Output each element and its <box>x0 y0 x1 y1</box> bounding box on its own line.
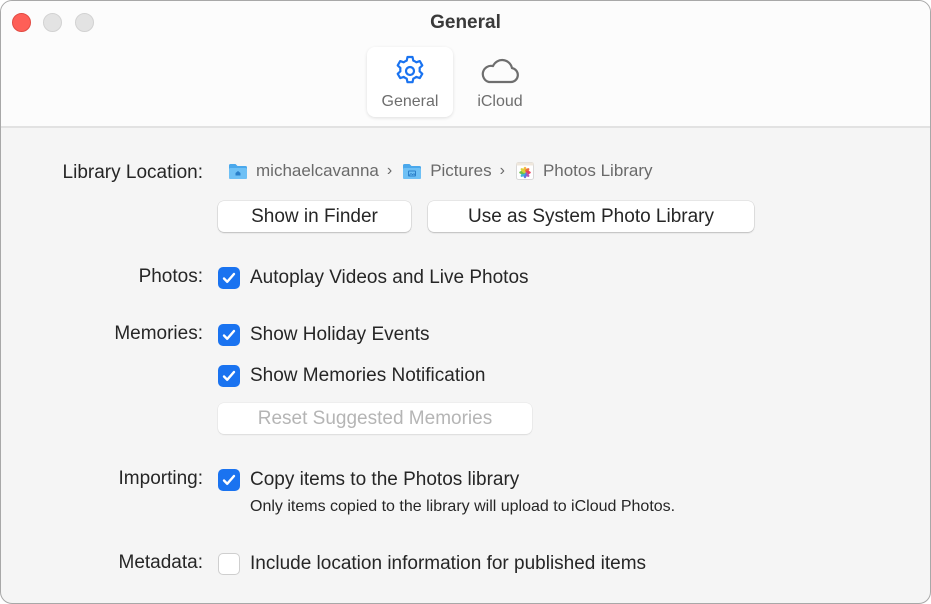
pictures-folder-icon <box>403 163 422 179</box>
metadata-label: Metadata: <box>118 552 204 573</box>
path-home-name: michaelcavanna <box>256 161 379 180</box>
holiday-events-label: Show Holiday Events <box>250 324 430 345</box>
include-location-checkbox[interactable] <box>218 553 240 575</box>
autoplay-option[interactable]: Autoplay Videos and Live Photos <box>218 267 529 289</box>
photos-library-icon <box>515 162 534 180</box>
checkmark-icon <box>222 474 236 485</box>
title-bar: General General iCloud <box>1 1 930 128</box>
library-path: michaelcavanna › Pictures › Photos Libra… <box>228 161 653 181</box>
memories-notification-label: Show Memories Notification <box>250 365 486 386</box>
use-as-system-photo-library-button[interactable]: Use as System Photo Library <box>428 201 754 232</box>
gear-icon <box>392 53 428 89</box>
autoplay-label: Autoplay Videos and Live Photos <box>250 267 529 288</box>
library-location-label: Library Location: <box>62 162 203 183</box>
cloud-icon <box>479 53 521 89</box>
include-location-label: Include location information for publish… <box>250 553 647 574</box>
path-item-photos-library[interactable]: Photos Library <box>515 161 653 181</box>
home-folder-icon <box>229 163 247 179</box>
show-in-finder-button[interactable]: Show in Finder <box>218 201 411 232</box>
include-location-option[interactable]: Include location information for publish… <box>218 553 646 575</box>
copy-items-note: Only items copied to the library will up… <box>250 498 676 515</box>
checkmark-icon <box>222 272 236 283</box>
memories-notification-checkbox[interactable] <box>218 365 240 387</box>
tab-icloud-label: iCloud <box>477 93 523 110</box>
tab-general[interactable]: General <box>367 47 453 117</box>
window-title: General <box>430 12 501 33</box>
memories-notification-option[interactable]: Show Memories Notification <box>218 365 485 387</box>
copy-items-label: Copy items to the Photos library <box>250 469 520 490</box>
tab-icloud[interactable]: iCloud <box>457 47 543 117</box>
tab-general-label: General <box>381 93 439 110</box>
checkmark-icon <box>222 329 236 340</box>
path-item-pictures[interactable]: Pictures <box>402 161 492 181</box>
holiday-events-checkbox[interactable] <box>218 324 240 346</box>
copy-items-checkbox[interactable] <box>218 469 240 491</box>
autoplay-checkbox[interactable] <box>218 267 240 289</box>
importing-label: Importing: <box>118 468 203 489</box>
checkmark-icon <box>222 370 236 381</box>
holiday-events-option[interactable]: Show Holiday Events <box>218 324 430 346</box>
photos-label: Photos: <box>138 266 203 287</box>
path-photos-library-name: Photos Library <box>542 161 653 180</box>
chevron-right-icon: › <box>386 162 393 179</box>
copy-items-option[interactable]: Copy items to the Photos library <box>218 469 519 491</box>
path-item-home[interactable]: michaelcavanna <box>228 161 379 181</box>
memories-label: Memories: <box>114 323 203 344</box>
path-pictures-name: Pictures <box>430 161 492 180</box>
chevron-right-icon: › <box>499 162 505 179</box>
reset-suggested-memories-button: Reset Suggested Memories <box>218 403 532 434</box>
preferences-window: General General iCloud Library Location:… <box>0 0 931 604</box>
